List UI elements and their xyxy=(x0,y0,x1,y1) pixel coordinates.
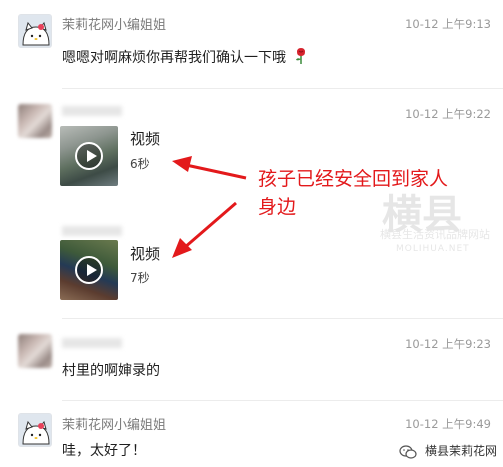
sender-name-blurred[interactable] xyxy=(62,338,122,348)
divider xyxy=(62,400,503,401)
avatar-blurred[interactable] xyxy=(18,334,52,368)
wechat-icon xyxy=(399,444,417,459)
message-time: 10-12 上午9:23 xyxy=(405,337,491,351)
divider xyxy=(62,318,503,319)
sender-name[interactable]: 茉莉花网小编姐姐 xyxy=(62,414,166,433)
brand-name: 横县茉莉花网 xyxy=(424,444,497,458)
message-text: 哇，太好了！ xyxy=(62,443,146,459)
brand-footer: 横县茉莉花网 xyxy=(399,442,497,459)
watermark-subtitle: 横县生活资讯品牌网站 xyxy=(380,228,490,241)
annotation-text-line2: 身边 xyxy=(258,196,297,218)
watermark-en: MOLIHUA.NET xyxy=(396,244,470,254)
avatar-kitty[interactable] xyxy=(18,413,52,447)
message-time: 10-12 上午9:49 xyxy=(405,417,491,431)
message-text: 村里的啊婶录的 xyxy=(62,363,160,379)
hello-kitty-icon xyxy=(19,414,51,446)
watermark-logo: 横县 横县生活资讯品牌网站 MOLIHUA.NET xyxy=(378,182,500,272)
